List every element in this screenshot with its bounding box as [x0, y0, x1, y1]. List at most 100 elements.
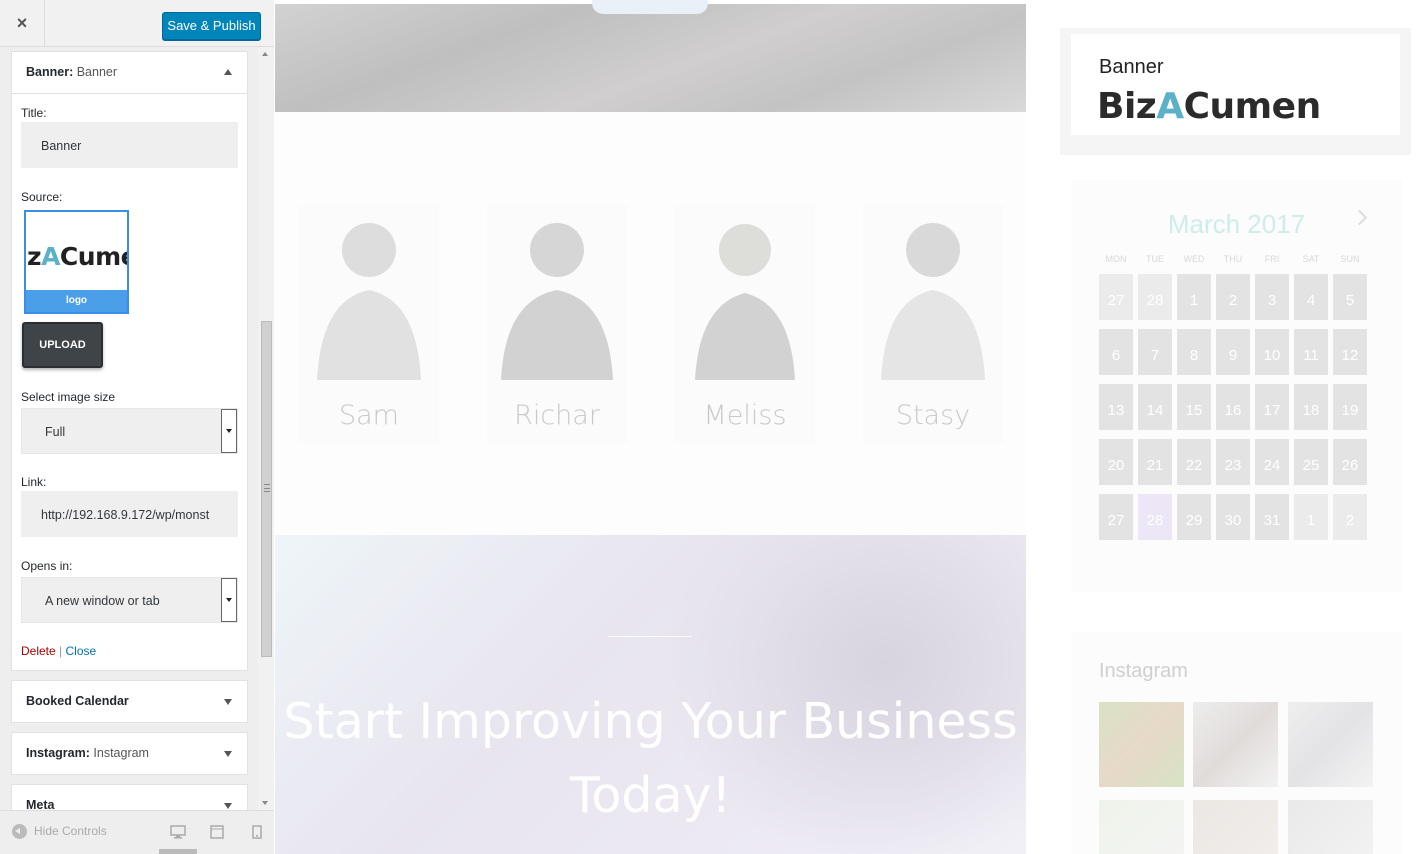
- opens-in-value: A new window or tab: [45, 594, 160, 608]
- widget-header[interactable]: Meta: [12, 785, 247, 810]
- image-size-select[interactable]: Full: [21, 408, 238, 454]
- meta-widget[interactable]: Meta: [11, 784, 248, 810]
- calendar-day[interactable]: 23: [1216, 439, 1250, 485]
- cta-section: Start Improving Your Business Today!: [275, 535, 1026, 854]
- tablet-preview-icon[interactable]: [209, 825, 225, 839]
- scroll-up-icon[interactable]: [262, 52, 268, 56]
- logo-text-part: Biz: [1097, 86, 1157, 127]
- team-member-photo: [501, 223, 613, 380]
- instagram-photo[interactable]: [1193, 702, 1278, 787]
- calendar-day[interactable]: 5: [1333, 274, 1367, 320]
- team-member-photo: [695, 224, 795, 380]
- calendar-day[interactable]: 7: [1138, 329, 1172, 375]
- thumbnail-caption: logo: [26, 290, 127, 312]
- calendar-day[interactable]: 26: [1333, 439, 1367, 485]
- calendar-day[interactable]: 4: [1294, 274, 1328, 320]
- calendar-weekday: WED: [1183, 254, 1205, 264]
- widget-header[interactable]: Booked Calendar: [12, 681, 247, 722]
- chevron-down-icon[interactable]: [221, 409, 237, 453]
- calendar-day[interactable]: 15: [1177, 384, 1211, 430]
- team-member-name: Richar: [514, 400, 600, 431]
- opens-in-select[interactable]: A new window or tab: [21, 577, 238, 623]
- link-input[interactable]: http://192.168.9.172/wp/monst: [21, 491, 238, 537]
- banner-widget-header[interactable]: Banner: Banner: [12, 52, 247, 93]
- calendar-day[interactable]: 29: [1177, 494, 1211, 540]
- delete-link[interactable]: Delete: [21, 644, 56, 658]
- widget-header[interactable]: Instagram: Instagram: [12, 733, 247, 774]
- calendar-day[interactable]: 19: [1333, 384, 1367, 430]
- calendar-day[interactable]: 1: [1177, 274, 1211, 320]
- link-separator: |: [59, 644, 63, 658]
- calendar-day[interactable]: 18: [1294, 384, 1328, 430]
- hero-image: [275, 0, 1026, 112]
- calendar-day[interactable]: 1: [1294, 494, 1328, 540]
- calendar-day[interactable]: 30: [1216, 494, 1250, 540]
- widget-title: Banner: [76, 65, 118, 79]
- calendar-day[interactable]: 11: [1294, 329, 1328, 375]
- calendar-day[interactable]: 10: [1255, 329, 1289, 375]
- booked-calendar-widget[interactable]: Booked Calendar: [11, 680, 248, 723]
- banner-logo[interactable]: BizACumen: [1097, 86, 1321, 127]
- calendar-day[interactable]: 2: [1216, 274, 1250, 320]
- calendar-day[interactable]: 2: [1333, 494, 1367, 540]
- calendar-day[interactable]: 22: [1177, 439, 1211, 485]
- widgets-list: Banner: Banner Title: Banner Source: zAC…: [0, 47, 258, 810]
- expand-arrow-icon[interactable]: [224, 803, 232, 809]
- save-publish-button[interactable]: Save & Publish: [162, 12, 261, 40]
- instagram-photo[interactable]: [1193, 800, 1278, 854]
- expand-arrow-icon[interactable]: [224, 699, 232, 705]
- calendar-day[interactable]: 28: [1138, 274, 1172, 320]
- hide-controls-label: Hide Controls: [34, 824, 107, 838]
- calendar-day[interactable]: 12: [1333, 329, 1367, 375]
- desktop-preview-icon[interactable]: [170, 825, 186, 839]
- instagram-photo[interactable]: [1099, 702, 1184, 787]
- calendar-day[interactable]: 16: [1216, 384, 1250, 430]
- calendar-day[interactable]: 9: [1216, 329, 1250, 375]
- chevron-down-icon[interactable]: [221, 578, 237, 622]
- mobile-preview-icon[interactable]: [249, 825, 265, 839]
- calendar-day[interactable]: 13: [1099, 384, 1133, 430]
- customizer-screen: × Save & Publish Banner: Banner Title: B…: [0, 0, 1419, 854]
- title-input[interactable]: Banner: [21, 122, 238, 168]
- calendar-day[interactable]: 6: [1099, 329, 1133, 375]
- calendar-day[interactable]: 25: [1294, 439, 1328, 485]
- calendar-day[interactable]: 8: [1177, 329, 1211, 375]
- team-member-card[interactable]: Richar: [487, 205, 627, 443]
- calendar-day[interactable]: 14: [1138, 384, 1172, 430]
- hide-controls-button[interactable]: Hide Controls: [12, 823, 107, 840]
- collapse-arrow-icon[interactable]: [224, 69, 232, 75]
- instagram-photo[interactable]: [1288, 800, 1373, 854]
- calendar-day[interactable]: 20: [1099, 439, 1133, 485]
- calendar-day[interactable]: 27: [1099, 274, 1133, 320]
- banner-widget-box: Banner BizACumen: [1071, 34, 1400, 135]
- title-label: Title:: [21, 106, 47, 120]
- hero-button[interactable]: [592, 0, 708, 14]
- panel-scrollbar[interactable]: [258, 47, 274, 810]
- thumb-text-part: z: [27, 242, 42, 271]
- calendar-day[interactable]: 27: [1099, 494, 1133, 540]
- team-member-card[interactable]: Stasy: [863, 205, 1003, 443]
- instagram-photo[interactable]: [1288, 702, 1373, 787]
- calendar-day[interactable]: 3: [1255, 274, 1289, 320]
- instagram-photo[interactable]: [1099, 800, 1184, 854]
- calendar-day[interactable]: 28: [1138, 494, 1172, 540]
- site-preview[interactable]: Sam Richar Meliss Stasy Start Improving …: [275, 0, 1419, 854]
- team-member-photo: [317, 223, 421, 380]
- calendar-day[interactable]: 21: [1138, 439, 1172, 485]
- scroll-down-icon[interactable]: [262, 801, 268, 805]
- calendar-day[interactable]: 17: [1255, 384, 1289, 430]
- team-member-card[interactable]: Meliss: [675, 205, 815, 443]
- source-label: Source:: [21, 190, 63, 204]
- image-size-value: Full: [45, 425, 66, 439]
- widget-name: Booked Calendar: [26, 694, 129, 708]
- team-member-card[interactable]: Sam: [299, 205, 439, 443]
- upload-button[interactable]: UPLOAD: [22, 322, 103, 368]
- calendar-day[interactable]: 24: [1255, 439, 1289, 485]
- close-customizer-button[interactable]: ×: [0, 0, 45, 47]
- selected-image-thumbnail[interactable]: zACume logo: [24, 210, 129, 314]
- instagram-widget[interactable]: Instagram: Instagram: [11, 732, 248, 775]
- scrollbar-thumb[interactable]: [261, 321, 272, 657]
- close-link[interactable]: Close: [66, 644, 97, 658]
- calendar-day[interactable]: 31: [1255, 494, 1289, 540]
- expand-arrow-icon[interactable]: [224, 751, 232, 757]
